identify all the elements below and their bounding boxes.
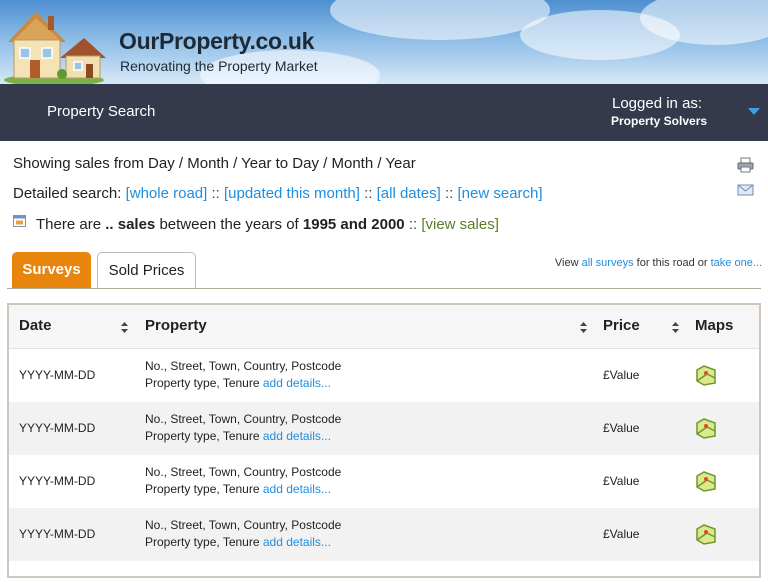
table-row: YYYY-MM-DD No., Street, Town, Country, P…	[9, 402, 759, 455]
site-brand[interactable]: OurProperty.co.uk	[119, 28, 314, 55]
column-price[interactable]: Price	[603, 317, 640, 334]
separator: ::	[408, 216, 418, 233]
map-icon[interactable]	[695, 470, 717, 492]
map-icon[interactable]	[695, 364, 717, 386]
separator: ::	[211, 185, 220, 202]
row-date: YYYY-MM-DD	[19, 368, 96, 382]
nav-bar: Property Search Logged in as: Property S…	[0, 84, 768, 141]
add-details-link[interactable]: add details...	[263, 376, 331, 390]
row-address: No., Street, Town, Country, Postcode	[145, 412, 342, 426]
sales-word: sales	[117, 216, 156, 233]
updated-this-month-link[interactable]: [updated this month]	[224, 185, 360, 202]
sort-icon[interactable]	[580, 322, 587, 333]
row-date: YYYY-MM-DD	[19, 527, 96, 541]
header-banner: OurProperty.co.uk Renovating the Propert…	[0, 0, 768, 84]
row-date: YYYY-MM-DD	[19, 474, 96, 488]
row-type: Property type, Tenure add details...	[145, 535, 331, 549]
detailed-search: Detailed search: [whole road] :: [update…	[13, 185, 543, 202]
view-note-middle: for this road or	[636, 257, 708, 269]
row-type-text: Property type, Tenure	[145, 482, 260, 496]
sort-icon[interactable]	[672, 322, 679, 333]
row-type: Property type, Tenure add details...	[145, 429, 331, 443]
add-details-link[interactable]: add details...	[263, 482, 331, 496]
row-address: No., Street, Town, Country, Postcode	[145, 465, 342, 479]
table-row: YYYY-MM-DD No., Street, Town, Country, P…	[9, 508, 759, 561]
row-address: No., Street, Town, Country, Postcode	[145, 518, 342, 532]
column-maps: Maps	[695, 317, 734, 334]
sales-count: ..	[105, 216, 114, 233]
sales-between: between the years of	[159, 216, 299, 233]
new-search-link[interactable]: [new search]	[458, 185, 543, 202]
tab-sold-prices[interactable]: Sold Prices	[97, 252, 196, 289]
table-header: Date Property Price Maps	[9, 305, 759, 349]
houses-logo-icon[interactable]	[4, 6, 108, 84]
row-type: Property type, Tenure add details...	[145, 376, 331, 390]
sold-prices-table: Date Property Price Maps YYYY-MM-DD No.,…	[7, 303, 761, 578]
all-surveys-link[interactable]: all surveys	[582, 257, 634, 269]
add-details-link[interactable]: add details...	[263, 535, 331, 549]
row-address: No., Street, Town, Country, Postcode	[145, 359, 342, 373]
chevron-down-icon[interactable]	[748, 108, 760, 115]
logged-in-label: Logged in as:	[612, 95, 703, 112]
logged-in-user[interactable]: Property Solvers	[611, 114, 707, 128]
row-price: £Value	[603, 421, 640, 435]
row-date: YYYY-MM-DD	[19, 421, 96, 435]
email-icon[interactable]	[737, 182, 754, 198]
map-icon[interactable]	[695, 417, 717, 439]
table-row: YYYY-MM-DD No., Street, Town, Country, P…	[9, 349, 759, 402]
sales-summary: There are .. sales between the years of …	[36, 216, 499, 233]
add-details-link[interactable]: add details...	[263, 429, 331, 443]
column-date[interactable]: Date	[19, 317, 52, 334]
calendar-icon	[13, 215, 26, 227]
column-property[interactable]: Property	[145, 317, 207, 334]
row-type-text: Property type, Tenure	[145, 535, 260, 549]
whole-road-link[interactable]: [whole road]	[126, 185, 208, 202]
separator: ::	[364, 185, 373, 202]
row-type-text: Property type, Tenure	[145, 429, 260, 443]
detailed-search-label: Detailed search:	[13, 185, 122, 202]
print-icon[interactable]	[737, 157, 754, 173]
tab-surveys[interactable]: Surveys	[12, 252, 91, 289]
row-price: £Value	[603, 474, 640, 488]
view-surveys-note: View all surveys for this road or take o…	[555, 257, 762, 269]
view-note-prefix: View	[554, 257, 579, 269]
view-sales-link[interactable]: [view sales]	[421, 216, 499, 233]
take-one-link[interactable]: take one...	[711, 257, 762, 269]
nav-property-search[interactable]: Property Search	[47, 103, 155, 120]
row-price: £Value	[603, 368, 640, 382]
separator: ::	[445, 185, 454, 202]
row-price: £Value	[603, 527, 640, 541]
table-row: YYYY-MM-DD No., Street, Town, Country, P…	[9, 455, 759, 508]
all-dates-link[interactable]: [all dates]	[377, 185, 441, 202]
row-type-text: Property type, Tenure	[145, 376, 260, 390]
sales-years: 1995 and 2000	[302, 216, 405, 233]
map-icon[interactable]	[695, 523, 717, 545]
row-type: Property type, Tenure add details...	[145, 482, 331, 496]
site-tagline: Renovating the Property Market	[120, 58, 318, 74]
sort-icon[interactable]	[121, 322, 128, 333]
sales-prefix: There are	[36, 216, 102, 233]
tab-divider	[7, 288, 761, 289]
showing-dates-text: Showing sales from Day / Month / Year to…	[13, 155, 416, 172]
